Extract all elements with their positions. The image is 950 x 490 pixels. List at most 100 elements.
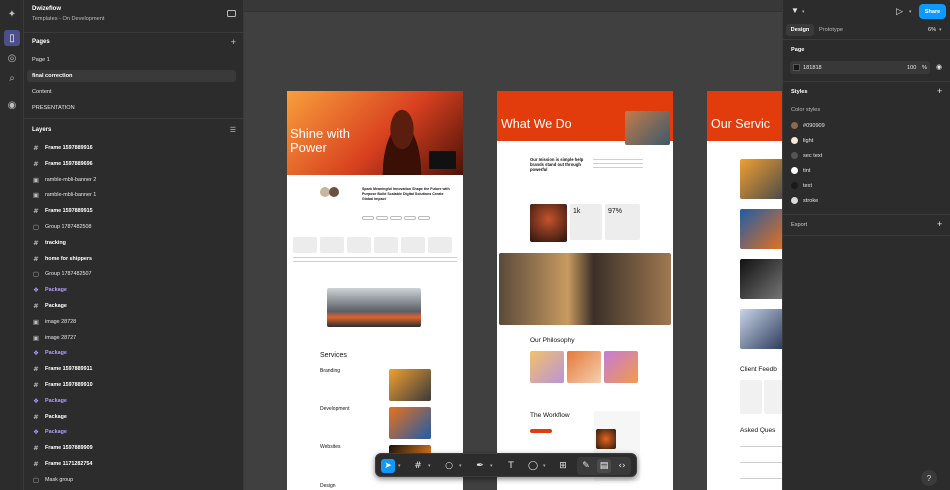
layer-label: Frame 1597889696	[45, 160, 93, 167]
tag	[362, 216, 374, 220]
tag	[390, 216, 402, 220]
chevron-down-icon[interactable]: ▾	[398, 463, 401, 469]
layer-item[interactable]: # Frame 1171282754	[32, 457, 238, 471]
color-style-label[interactable]: text	[803, 183, 812, 189]
chevron-down-icon[interactable]: ▾	[909, 9, 912, 15]
page-item[interactable]: Content	[27, 86, 236, 98]
divider	[24, 118, 243, 119]
layer-item[interactable]: # Frame 1597889910	[32, 378, 238, 392]
figma-menu-icon[interactable]: ✦	[4, 6, 20, 22]
layer-item[interactable]: ▣ image 28728	[32, 315, 238, 329]
logo-icon[interactable]: ▼	[791, 6, 799, 15]
pen-tool-icon[interactable]: ✒	[473, 459, 487, 473]
layer-item[interactable]: ❖ Package	[32, 394, 238, 408]
frame-services[interactable]: Our Servic Client Feedb Asked Ques	[707, 91, 782, 490]
canvas[interactable]: Shine with Power Spark Meaningful Innova…	[244, 0, 782, 490]
color-style-label[interactable]: tint	[803, 168, 810, 174]
tab-design[interactable]: Design	[786, 24, 814, 36]
chevron-down-icon[interactable]: ▾	[459, 463, 462, 469]
dev-mode-icon[interactable]: ‹›	[615, 459, 629, 473]
collapse-layers-icon[interactable]: ☰	[230, 126, 236, 134]
layer-item[interactable]: # Frame 1597889915	[32, 204, 238, 218]
zoom-level[interactable]: 6%	[928, 27, 936, 33]
frame-icon: #	[33, 412, 39, 421]
client-logo	[293, 237, 317, 253]
tag	[376, 216, 388, 220]
frame-home[interactable]: Shine with Power Spark Meaningful Innova…	[287, 91, 463, 490]
philosophy-image	[567, 351, 601, 383]
layer-item[interactable]: # Package	[32, 299, 238, 313]
move-tool-icon[interactable]: ➤	[381, 459, 395, 473]
frame-tool-icon[interactable]: #	[411, 459, 425, 473]
chevron-down-icon[interactable]: ▾	[802, 9, 805, 15]
eye-icon[interactable]: ◉	[936, 63, 942, 71]
layer-item[interactable]: ❖ Package	[32, 283, 238, 297]
text-tool-icon[interactable]: T	[504, 459, 518, 473]
color-style-label[interactable]: #090909	[803, 123, 825, 129]
color-swatch[interactable]	[791, 122, 798, 129]
layer-item[interactable]: ▢ Group 1787482508	[32, 220, 238, 234]
layer-item[interactable]: ▣ ramble-mbli-banner 1	[32, 188, 238, 202]
layer-item[interactable]: # home for shippers	[32, 252, 238, 266]
color-style-label[interactable]: sec text	[803, 153, 822, 159]
add-page-icon[interactable]: +	[231, 37, 236, 47]
color-style-label[interactable]: stroke	[803, 198, 818, 204]
search-icon[interactable]: ⌕	[4, 70, 20, 86]
layer-item[interactable]: ▢ Group 1787482507	[32, 267, 238, 281]
layer-item[interactable]: # tracking	[32, 236, 238, 250]
draw-mode-icon[interactable]: ✎	[579, 459, 593, 473]
add-export-icon[interactable]: +	[937, 219, 942, 229]
file-icon[interactable]: ▯	[4, 30, 20, 46]
layer-item[interactable]: # Frame 1597889916	[32, 141, 238, 155]
chevron-down-icon[interactable]: ▾	[490, 463, 493, 469]
chevron-down-icon[interactable]: ▾	[543, 463, 546, 469]
frame-what-we-do[interactable]: What We Do Our mission is simple help br…	[497, 91, 673, 490]
chevron-down-icon[interactable]: ▾	[939, 27, 942, 33]
page-item[interactable]: Page 1	[27, 54, 236, 66]
layer-label: Frame 1597889911	[45, 366, 93, 373]
color-style-label[interactable]: light	[803, 138, 813, 144]
actions-tool-icon[interactable]: ⊞	[556, 459, 570, 473]
service-name: Websites	[320, 444, 341, 450]
page-item[interactable]: PRESENTATION	[27, 102, 236, 114]
layer-item[interactable]: ▢ Mask group	[32, 473, 238, 487]
layer-label: home for shippers	[45, 255, 93, 262]
sidebar-toggle-icon[interactable]	[227, 10, 236, 17]
comment-tool-icon[interactable]: ◯	[526, 459, 540, 473]
pages-header: Pages +	[32, 37, 238, 47]
layer-item[interactable]: # Frame 1597889909	[32, 441, 238, 455]
tag	[404, 216, 416, 220]
layer-item[interactable]: ❖ Package	[32, 346, 238, 360]
chevron-down-icon[interactable]: ▾	[428, 463, 431, 469]
design-mode-icon[interactable]: ▤	[597, 459, 611, 473]
color-swatch[interactable]	[791, 197, 798, 204]
tab-prototype[interactable]: Prototype	[819, 27, 843, 33]
page-color-swatch[interactable]	[793, 64, 800, 71]
color-swatch[interactable]	[791, 167, 798, 174]
assets-icon[interactable]: ◎	[4, 50, 20, 66]
page-item[interactable]: final correction	[27, 70, 236, 82]
color-swatch[interactable]	[791, 152, 798, 159]
ruler	[244, 0, 782, 12]
page-opacity-value[interactable]: 100	[907, 65, 916, 71]
help-button[interactable]: ?	[921, 470, 937, 486]
component-icon: ❖	[33, 396, 39, 405]
layer-item[interactable]: ❖ Package	[32, 425, 238, 439]
color-swatch[interactable]	[791, 182, 798, 189]
layer-item[interactable]: # Frame 1597889696	[32, 157, 238, 171]
tag	[418, 216, 430, 220]
layer-item[interactable]: # Package	[32, 410, 238, 424]
play-icon[interactable]: ▷	[896, 6, 903, 17]
plugins-icon[interactable]: ◉	[4, 97, 20, 113]
layer-item[interactable]: # Frame 1597889911	[32, 362, 238, 376]
file-name[interactable]: Dwizeflow	[32, 6, 238, 12]
project-name[interactable]: Templates - On Development	[32, 16, 238, 22]
share-button[interactable]: Share	[919, 4, 946, 19]
add-style-icon[interactable]: +	[937, 86, 942, 96]
text-line	[293, 261, 457, 262]
color-swatch[interactable]	[791, 137, 798, 144]
shape-tool-icon[interactable]: ○	[442, 459, 456, 473]
layer-item[interactable]: ▣ ramble-mbli-banner 2	[32, 173, 238, 187]
page-color-value[interactable]: 181818	[803, 65, 822, 71]
layer-item[interactable]: ▣ image 28727	[32, 331, 238, 345]
